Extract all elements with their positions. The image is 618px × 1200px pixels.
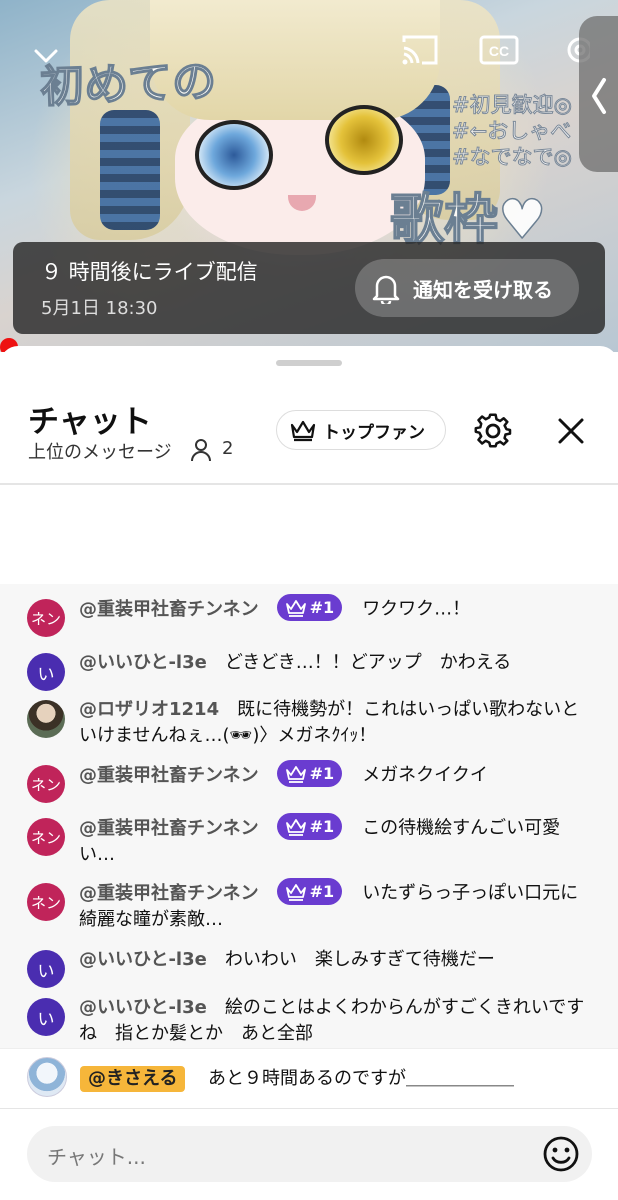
- input-divider: [0, 1108, 618, 1109]
- upcoming-title: ９ 時間後にライブ配信: [41, 260, 258, 284]
- message-content: @ロザリオ1214 既に待機勢が！これはいっぱい歌わないといけませんねぇ…(🕶)〉…: [79, 697, 591, 749]
- message-list[interactable]: ネン @重装甲社畜チンネン #1 ワクワク…！ い @いいひと-l3e どきどき…！！どアッ…: [0, 584, 618, 1048]
- gear-icon: [474, 413, 512, 448]
- chat-mode-selector[interactable]: 上位のメッセージ: [28, 438, 172, 464]
- avatar[interactable]: ネン: [27, 818, 65, 856]
- message-author[interactable]: @いいひと-l3e: [79, 997, 207, 1018]
- chevron-left-icon: [592, 78, 606, 114]
- chat-settings-button[interactable]: [474, 412, 512, 454]
- badge-rank: #1: [309, 763, 335, 783]
- video-player[interactable]: 初めての 歌枠♥ #初見歓迎◎ #←おしゃべ #なでなで◎ CC ９ 時間後にラ…: [0, 0, 618, 352]
- top-fan-badge: #1: [276, 760, 343, 787]
- pinned-author: @きさえる: [80, 1066, 186, 1092]
- top-fan-badge: #1: [276, 594, 343, 621]
- notify-button-label: 通知を受け取る: [413, 277, 553, 302]
- crown-icon: [290, 420, 316, 442]
- crown-icon: [285, 599, 306, 617]
- message-content: @重装甲社畜チンネン #1 メガネクイクイ: [79, 760, 591, 789]
- cc-icon: CC: [479, 35, 519, 65]
- message-author[interactable]: @重装甲社畜チンネン: [79, 883, 259, 904]
- emoji-icon[interactable]: [542, 1135, 580, 1173]
- hashtag: #初見歓迎◎: [452, 93, 573, 118]
- message-author[interactable]: @重装甲社畜チンネン: [79, 818, 259, 839]
- message-content: @重装甲社畜チンネン #1 ワクワク…！: [79, 594, 591, 623]
- message-content: @いいひと-l3e わいわい 楽しみすぎて待機だー: [79, 947, 591, 973]
- avatar[interactable]: [27, 700, 65, 738]
- badge-rank: #1: [309, 816, 335, 836]
- message-author[interactable]: @ロザリオ1214: [79, 699, 219, 720]
- crown-icon: [285, 818, 306, 836]
- message-author[interactable]: @重装甲社畜チンネン: [79, 599, 259, 620]
- message-author[interactable]: @いいひと-l3e: [79, 652, 207, 673]
- bell-icon: [372, 275, 400, 304]
- close-chat-button[interactable]: [556, 416, 586, 450]
- pinned-text: あと９時間あるのですが＿＿＿＿＿＿: [208, 1068, 514, 1089]
- cast-icon: [402, 35, 438, 65]
- side-panel-handle[interactable]: [579, 16, 618, 172]
- top-fan-button[interactable]: トップファン: [276, 410, 446, 450]
- hashtag: #←おしゃべ: [452, 119, 572, 144]
- artwork-ribbon-left: [100, 110, 160, 230]
- message-content: @重装甲社畜チンネン #1 この待機絵すんごい可愛い…: [79, 813, 591, 868]
- pinned-message[interactable]: @きさえる あと９時間あるのですが＿＿＿＿＿＿: [0, 1048, 618, 1108]
- message-text: わいわい 楽しみすぎて待機だー: [224, 949, 495, 970]
- header-divider: [0, 483, 618, 485]
- captions-button[interactable]: CC: [479, 34, 519, 66]
- collapse-button[interactable]: [30, 40, 62, 72]
- chat-input[interactable]: チャット...: [27, 1126, 592, 1182]
- message-text: ワクワク…！: [362, 598, 471, 620]
- message-text: どきどき…！！どアップ かわえる: [224, 652, 512, 673]
- top-fan-label: トップファン: [323, 422, 425, 443]
- drag-handle[interactable]: [276, 360, 342, 366]
- message-author[interactable]: @いいひと-l3e: [79, 949, 207, 970]
- message-content: @いいひと-l3e どきどき…！！どアップ かわえる: [79, 650, 591, 676]
- avatar[interactable]: い: [27, 653, 65, 691]
- avatar[interactable]: ネン: [27, 883, 65, 921]
- avatar[interactable]: い: [27, 998, 65, 1036]
- chevron-down-icon: [34, 49, 58, 63]
- chat-panel: チャット 上位のメッセージ 2 トップファン ネン @重装甲社畜チンネン #1 ワクワ…: [0, 346, 618, 1200]
- close-icon: [558, 418, 584, 444]
- avatar: [27, 1057, 67, 1097]
- message-content: @重装甲社畜チンネン #1 いたずらっ子っぽい口元に綺麗な瞳が素敵…: [79, 878, 591, 933]
- upcoming-datetime: 5月1日 18:30: [41, 298, 158, 319]
- cast-button[interactable]: [400, 32, 440, 68]
- badge-rank: #1: [309, 597, 335, 617]
- message-text: メガネクイクイ: [362, 764, 488, 786]
- avatar[interactable]: い: [27, 950, 65, 988]
- person-icon: [191, 439, 211, 462]
- artwork-eye-right: [325, 105, 403, 175]
- crown-icon: [285, 883, 306, 901]
- avatar[interactable]: ネン: [27, 765, 65, 803]
- badge-rank: #1: [309, 881, 335, 901]
- notify-button[interactable]: 通知を受け取る: [355, 259, 579, 317]
- artwork-title: 初めての: [39, 55, 218, 114]
- chat-input-placeholder: チャット...: [47, 1145, 146, 1169]
- viewer-count: 2: [222, 438, 234, 459]
- chat-title: チャット: [28, 404, 152, 440]
- crown-icon: [285, 765, 306, 783]
- top-fan-badge: #1: [276, 813, 343, 840]
- avatar[interactable]: ネン: [27, 599, 65, 637]
- artwork-eye-left: [195, 120, 273, 190]
- top-fan-badge: #1: [276, 878, 343, 905]
- svg-text:CC: CC: [489, 43, 509, 59]
- artwork-hashtags: #初見歓迎◎ #←おしゃべ #なでなで◎: [452, 92, 573, 170]
- message-content: @いいひと-l3e 絵のことはよくわからんがすごくきれいですね 指とか髪とか あと…: [79, 995, 591, 1047]
- message-author[interactable]: @重装甲社畜チンネン: [79, 765, 259, 786]
- hashtag: #なでなで◎: [452, 145, 573, 170]
- upcoming-live-banner: ９ 時間後にライブ配信 5月1日 18:30 通知を受け取る: [13, 242, 605, 334]
